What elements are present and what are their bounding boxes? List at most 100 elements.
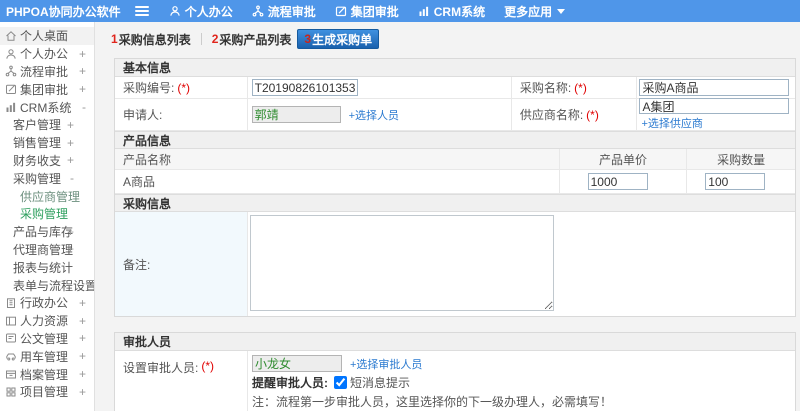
- sidebar-item-workflow-approval[interactable]: 流程审批 +: [0, 63, 94, 81]
- sidebar-item-document-mgmt[interactable]: 公文管理 +: [0, 330, 94, 348]
- sidebar-item-label: 个人桌面: [20, 29, 69, 44]
- topnav-group-approval[interactable]: 集团审批: [335, 3, 399, 20]
- sidebar-item-label: 采购管理: [20, 207, 69, 222]
- sidebar-item-archive-mgmt[interactable]: 档案管理 +: [0, 365, 94, 383]
- purchase-qty-input[interactable]: [705, 173, 766, 190]
- expand-plus-icon[interactable]: +: [67, 118, 74, 132]
- topnav-label: 个人办公: [184, 4, 233, 19]
- tab-divider: [200, 33, 202, 45]
- sidebar-item-label: 供应商管理: [20, 189, 81, 204]
- remind-line: 提醒审批人员: 短消息提示: [252, 374, 795, 391]
- purchase-name-input[interactable]: [639, 79, 790, 96]
- sidebar-item-purchase-mgmt-active[interactable]: 采购管理: [0, 205, 94, 223]
- sidebar-item-label: 档案管理: [20, 367, 69, 382]
- hamburger-icon[interactable]: [134, 6, 149, 16]
- purchase-qty-cell: [686, 170, 795, 193]
- purchase-no-cell: [246, 77, 511, 98]
- collapse-minus-icon[interactable]: -: [82, 100, 86, 114]
- collapse-minus-icon[interactable]: -: [70, 171, 74, 185]
- topnav-personal-office[interactable]: 个人办公: [169, 3, 233, 20]
- sidebar-item-label: 用车管理: [20, 349, 69, 364]
- expand-plus-icon[interactable]: +: [79, 47, 86, 61]
- expand-plus-icon[interactable]: +: [79, 296, 86, 310]
- sidebar-item-label: 客户管理: [13, 118, 62, 133]
- sidebar-item-product-inventory[interactable]: 产品与库存 +: [0, 223, 94, 241]
- tab-purchase-info-list[interactable]: 1 采购信息列表: [105, 30, 197, 48]
- sidebar-item-reports-stats[interactable]: 报表与统计: [0, 258, 94, 276]
- sidebar-item-desktop[interactable]: 个人桌面: [0, 27, 94, 45]
- expand-plus-icon[interactable]: +: [79, 331, 86, 345]
- sms-remind-checkbox[interactable]: [334, 376, 347, 389]
- expand-plus-icon[interactable]: +: [79, 314, 86, 328]
- sidebar-item-label: 采购管理: [13, 171, 62, 186]
- topnav-crm-system[interactable]: CRM系统: [418, 3, 485, 20]
- purchase-order-form: 基本信息 采购编号: (*) 采购名称: (*): [114, 58, 796, 411]
- label-text: 供应商名称:: [519, 108, 584, 122]
- expand-plus-icon[interactable]: +: [67, 136, 74, 150]
- sidebar: 个人桌面 个人办公 + 流程审批 + 集团审批 + CRM系统 - 客户管理 +…: [0, 22, 95, 411]
- expand-plus-icon[interactable]: +: [67, 242, 74, 256]
- sidebar-item-hr[interactable]: 人力资源 +: [0, 312, 94, 330]
- required-marker: (*): [586, 107, 599, 122]
- sidebar-item-vehicle-mgmt[interactable]: 用车管理 +: [0, 347, 94, 365]
- expand-plus-icon[interactable]: +: [67, 153, 74, 167]
- expand-plus-icon[interactable]: +: [79, 367, 86, 381]
- tab-number: 1: [111, 32, 118, 46]
- sidebar-item-group-approval[interactable]: 集团审批 +: [0, 80, 94, 98]
- supplier-label: 供应商名称: (*): [510, 99, 637, 130]
- product-table-row: A商品: [115, 170, 795, 194]
- product-table-header: 产品名称 产品单价 采购数量: [115, 149, 795, 170]
- sidebar-item-agent-mgmt[interactable]: 代理商管理 +: [0, 241, 94, 259]
- sidebar-item-label: 集团审批: [20, 82, 69, 97]
- approver-input[interactable]: [252, 355, 342, 372]
- topnav-label: CRM系统: [433, 4, 486, 19]
- sidebar-item-crm-system[interactable]: CRM系统 -: [0, 98, 94, 116]
- label-text: 采购编号:: [123, 81, 175, 95]
- sidebar-item-supplier-mgmt[interactable]: 供应商管理: [0, 187, 94, 205]
- remark-row: 备注:: [115, 212, 795, 316]
- flow-icon: [252, 5, 264, 17]
- sidebar-item-personal-office[interactable]: 个人办公 +: [0, 45, 94, 63]
- section-title-approver: 审批人员: [115, 333, 795, 351]
- topnav-workflow-approval[interactable]: 流程审批: [252, 3, 316, 20]
- tab-generate-purchase-order[interactable]: 3 生成采购单: [297, 29, 380, 49]
- applicant-input[interactable]: [251, 106, 341, 123]
- topnav-label: 流程审批: [267, 4, 316, 19]
- supplier-cell: +选择供应商: [636, 98, 795, 131]
- sidebar-item-form-flow-settings[interactable]: 表单与流程设置 +: [0, 276, 94, 294]
- expand-plus-icon[interactable]: +: [67, 225, 74, 239]
- sidebar-item-label: 表单与流程设置: [13, 278, 95, 293]
- tab-purchase-product-list[interactable]: 2 采购产品列表: [206, 30, 298, 48]
- document-icon: [5, 332, 17, 344]
- sidebar-item-label: 产品与库存: [13, 225, 74, 240]
- sidebar-item-procurement-mgmt[interactable]: 采购管理 -: [0, 169, 94, 187]
- columns-icon: [5, 315, 17, 327]
- purchase-no-input[interactable]: [251, 79, 358, 96]
- approver-row: 设置审批人员: (*) +选择审批人员 提醒审批人员: 短消息提示: [115, 351, 795, 411]
- expand-plus-icon[interactable]: +: [79, 349, 86, 363]
- select-approver-link[interactable]: +选择审批人员: [350, 356, 422, 372]
- approver-cell: +选择审批人员 提醒审批人员: 短消息提示 注：流程第一步审批人员，这里选择你的…: [247, 351, 795, 411]
- topnav-more-apps[interactable]: 更多应用: [504, 3, 566, 20]
- expand-plus-icon[interactable]: +: [79, 64, 86, 78]
- select-supplier-link[interactable]: +选择供应商: [641, 115, 702, 131]
- remark-textarea[interactable]: [250, 215, 554, 311]
- product-price-input[interactable]: [587, 173, 648, 190]
- sidebar-item-project-mgmt[interactable]: 项目管理 +: [0, 383, 94, 401]
- col-purchase-qty: 采购数量: [686, 149, 795, 169]
- topnav-label: 更多应用: [504, 4, 553, 19]
- sidebar-item-sales-mgmt[interactable]: 销售管理 +: [0, 134, 94, 152]
- section-title-product-info: 产品信息: [115, 131, 795, 149]
- sidebar-item-admin-office[interactable]: 行政办公 +: [0, 294, 94, 312]
- expand-plus-icon[interactable]: +: [79, 82, 86, 96]
- label-text: 设置审批人员:: [123, 361, 199, 375]
- expand-plus-icon[interactable]: +: [79, 385, 86, 399]
- sidebar-item-finance[interactable]: 财务收支 +: [0, 152, 94, 170]
- approver-block: 审批人员 设置审批人员: (*) +选择审批人员 提醒审批人员:: [114, 332, 796, 411]
- select-person-link[interactable]: +选择人员: [349, 107, 399, 123]
- sidebar-item-customer-mgmt[interactable]: 客户管理 +: [0, 116, 94, 134]
- chart-icon: [5, 101, 17, 113]
- form-upper-block: 基本信息 采购编号: (*) 采购名称: (*): [114, 58, 796, 317]
- supplier-input[interactable]: [639, 98, 790, 114]
- sidebar-item-label: 行政办公: [20, 296, 69, 311]
